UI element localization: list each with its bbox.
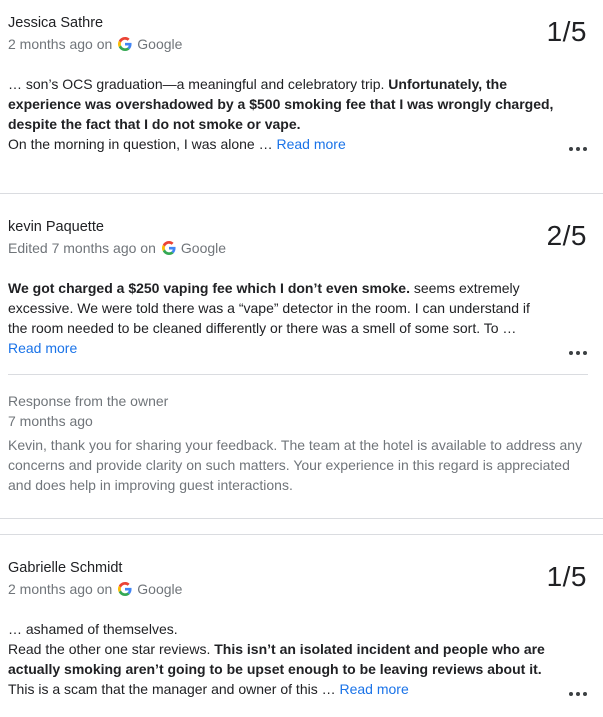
divider	[0, 193, 603, 194]
review-rating: 2/5	[546, 220, 587, 251]
review-source: Google	[180, 240, 227, 256]
review-rating: 1/5	[546, 561, 587, 592]
review-card: Gabrielle Schmidt 2 months ago on Google…	[0, 537, 603, 717]
reviewer-name[interactable]: kevin Paquette	[8, 219, 104, 235]
owner-response-time: 7 months ago	[8, 413, 93, 429]
reviewer-name[interactable]: Jessica Sathre	[8, 15, 103, 31]
review-meta: 2 months ago on Google	[8, 581, 182, 597]
more-options-icon[interactable]	[569, 145, 587, 153]
owner-response-divider	[8, 374, 588, 375]
owner-response-text: Kevin, thank you for sharing your feedba…	[8, 437, 583, 493]
review-time: Edited 7 months ago on	[8, 240, 156, 256]
google-icon	[118, 582, 132, 596]
divider	[0, 534, 603, 535]
review-card: Jessica Sathre 2 months ago on Google 1/…	[0, 0, 603, 190]
google-icon	[161, 241, 176, 255]
review-text-bold: We got charged a $250 vaping fee which I…	[8, 280, 410, 296]
review-meta: 2 months ago on Google	[8, 36, 182, 52]
review-text: … ashamed of themselves. Read the other …	[8, 619, 563, 699]
review-card: kevin Paquette Edited 7 months ago on Go…	[0, 196, 603, 518]
review-time: 2 months ago on	[8, 36, 113, 52]
review-rating: 1/5	[546, 16, 587, 47]
read-more-link[interactable]: Read more	[276, 136, 345, 152]
review-meta: Edited 7 months ago on Google	[8, 240, 226, 256]
read-more-link[interactable]: Read more	[340, 681, 409, 697]
review-source: Google	[137, 581, 183, 597]
review-time: 2 months ago on	[8, 581, 113, 597]
divider	[0, 518, 603, 519]
more-options-icon[interactable]	[569, 349, 587, 357]
owner-response-title: Response from the owner	[8, 393, 169, 409]
review-source: Google	[137, 36, 183, 52]
review-text-part: This is a scam that the manager and owne…	[8, 681, 340, 697]
reviewer-name[interactable]: Gabrielle Schmidt	[8, 560, 122, 576]
review-text: … son’s OCS graduation—a meaningful and …	[8, 74, 568, 154]
read-more-link[interactable]: Read more	[8, 340, 77, 356]
review-text-part: … ashamed of themselves.	[8, 621, 178, 637]
more-options-icon[interactable]	[569, 690, 587, 698]
review-text-part: … son’s OCS graduation—a meaningful and …	[8, 76, 389, 92]
review-text-part: Read the other one star reviews.	[8, 641, 215, 657]
review-text: We got charged a $250 vaping fee which I…	[8, 278, 553, 358]
review-text-part: On the morning in question, I was alone …	[8, 136, 277, 152]
google-icon	[118, 37, 132, 51]
